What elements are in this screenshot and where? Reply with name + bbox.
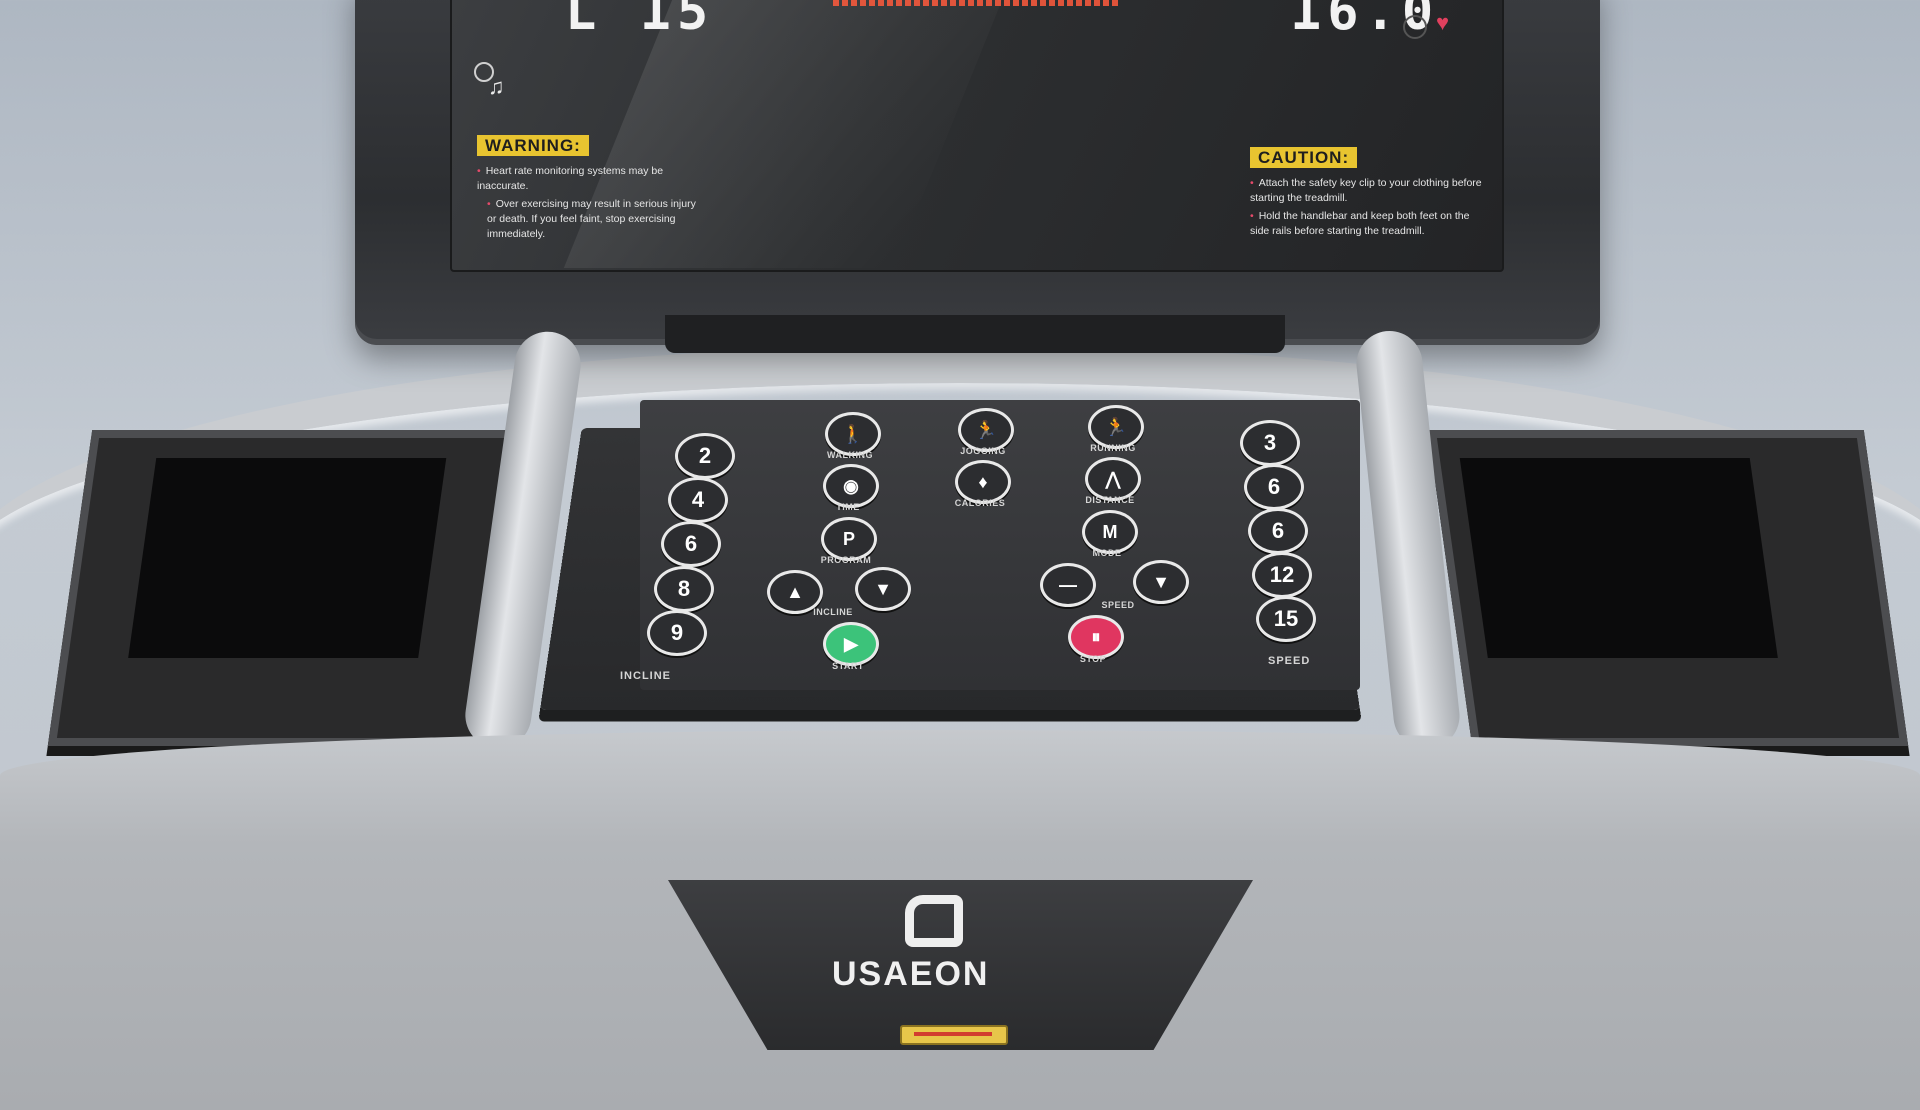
walking-label: WALKING xyxy=(827,450,873,460)
incline-9-button[interactable]: 9 xyxy=(647,610,707,656)
incline-group-label: INCLINE xyxy=(620,670,671,682)
incline-8-button[interactable]: 8 xyxy=(654,566,714,612)
right-accessory-tray xyxy=(1427,430,1909,746)
start-button[interactable]: ▶ xyxy=(823,622,879,666)
music-note-icon: ♫ xyxy=(488,74,505,99)
warning-panel: WARNING: • Heart rate monitoring systems … xyxy=(477,135,697,242)
brand-name: USAEON xyxy=(832,955,990,993)
safety-key-slot[interactable] xyxy=(900,1025,1008,1045)
speed-15-button[interactable]: 15 xyxy=(1256,596,1316,642)
speed-6-button[interactable]: 6 xyxy=(1244,464,1304,510)
incline-2-button[interactable]: 2 xyxy=(675,433,735,479)
program-label: PROGRAM xyxy=(820,555,872,565)
speed-group-label: SPEED xyxy=(1268,655,1311,667)
incline-4-button[interactable]: 4 xyxy=(668,477,728,523)
incline-adjust-label: INCLINE xyxy=(813,607,853,617)
caution-title: CAUTION: xyxy=(1250,147,1358,168)
jogging-label: JOGGING xyxy=(960,446,1006,456)
caution-item: • Hold the handlebar and keep both feet o… xyxy=(1250,210,1470,237)
monitor-hub xyxy=(665,315,1285,353)
caution-panel: CAUTION: • Attach the safety key clip to … xyxy=(1250,147,1490,239)
incline-down-button[interactable]: ▼ xyxy=(855,567,911,611)
stop-label: STOP xyxy=(1079,654,1107,664)
speed-12-button[interactable]: 12 xyxy=(1252,552,1312,598)
speed-6b-button[interactable]: 6 xyxy=(1248,508,1308,554)
mode-label: MODE xyxy=(1092,548,1122,558)
incline-6-button[interactable]: 6 xyxy=(661,521,721,567)
speed-down-button[interactable]: ▼ xyxy=(1133,560,1189,604)
warning-item: • Heart rate monitoring systems may be in… xyxy=(477,165,664,192)
caution-item: • Attach the safety key clip to your clot… xyxy=(1250,177,1482,204)
pulse-indicator xyxy=(1403,15,1427,39)
speed-3-button[interactable]: 3 xyxy=(1240,420,1300,466)
stop-button[interactable]: ⏸ xyxy=(1068,615,1124,659)
left-accessory-tray xyxy=(47,430,539,746)
speed-adjust-label: SPEED xyxy=(1101,600,1135,610)
brand-logo-mark xyxy=(905,895,963,947)
calories-label: CALORIES xyxy=(954,498,1006,508)
distance-label: DISTANCE xyxy=(1085,495,1135,505)
warning-title: WARNING: xyxy=(477,135,589,156)
running-label: RUNNING xyxy=(1090,443,1136,453)
incline-readout: L 15 xyxy=(565,0,715,42)
heart-icon: ♥ xyxy=(1436,10,1450,35)
time-label: TIME xyxy=(836,502,860,512)
warning-item: • Over exercising may result in serious i… xyxy=(487,198,696,240)
progress-led-bar xyxy=(833,0,1118,6)
start-label: START xyxy=(832,661,864,671)
